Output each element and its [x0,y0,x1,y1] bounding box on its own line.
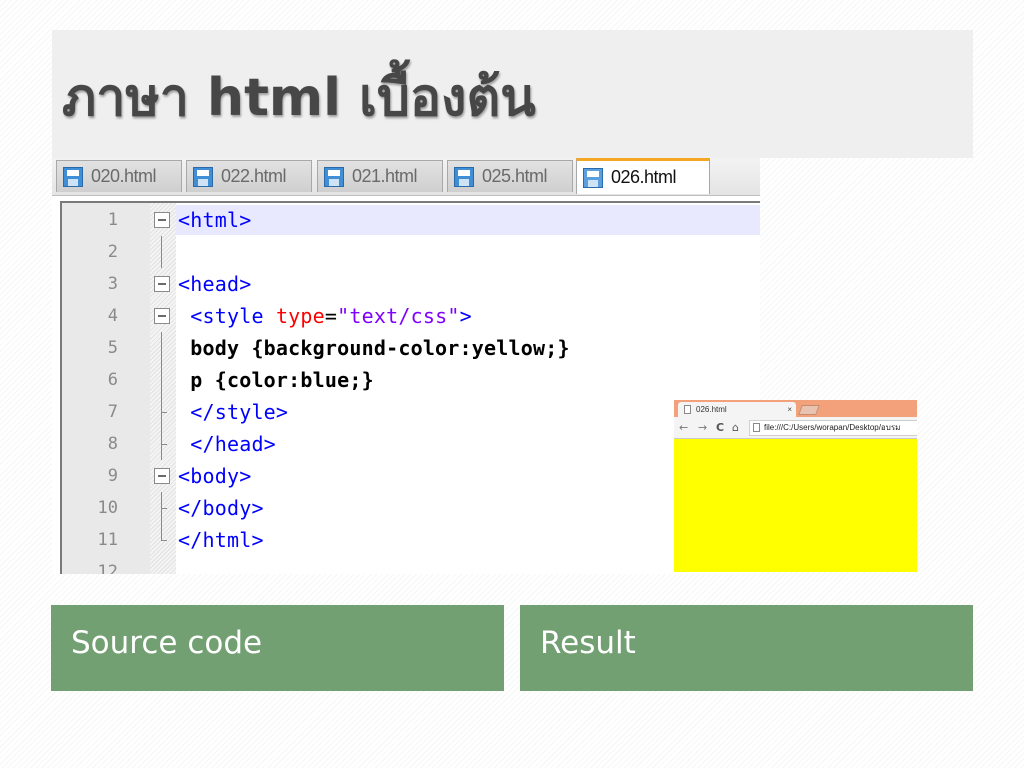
address-text: file:///C:/Users/worapan/Desktop/อบรม [764,423,901,432]
browser-tab-title: 026.html [696,405,727,414]
source-code-caption: Source code [51,605,504,691]
code-text: <body> [178,464,252,488]
line-number: 1 [107,210,118,230]
code-line[interactable]: 4 <style type="text/css"> [62,300,760,332]
code-line[interactable]: 6 p {color:blue;} [62,364,760,396]
editor-tab-022[interactable]: 022.html [186,160,312,192]
browser-tab[interactable]: 026.html × [678,402,796,417]
back-arrow-icon[interactable]: ← [679,421,688,435]
editor-tab-label: 025.html [482,166,548,186]
browser-toolbar: ← → C ⌂ file:///C:/Users/worapan/Desktop… [674,417,917,439]
line-number: 6 [107,370,118,390]
title-bar: ภาษา html เบื้องต้น [52,30,973,158]
fold-toggle-icon[interactable] [154,468,170,484]
editor-tab-label: 022.html [221,166,287,186]
code-text: <head> [178,272,252,296]
line-number: 7 [107,402,118,422]
code-text: </body> [178,496,264,520]
fold-toggle-icon[interactable] [154,276,170,292]
fold-toggle-icon[interactable] [154,308,170,324]
code-text: body {background-color:yellow;} [178,336,570,360]
editor-tab-026[interactable]: 026.html [576,158,710,194]
save-disk-icon [63,166,83,187]
code-line[interactable]: 2 [62,236,760,268]
save-disk-icon [583,167,603,188]
result-caption-text: Result [540,625,636,661]
fold-line-icon [154,492,170,524]
save-disk-icon [324,166,344,187]
address-bar[interactable]: file:///C:/Users/worapan/Desktop/อบรม [749,420,917,436]
code-text: p {color:blue;} [178,368,374,392]
line-number: 10 [97,498,118,518]
code-text: </head> [178,432,276,456]
home-icon[interactable]: ⌂ [732,421,739,435]
code-text: <html> [178,208,252,232]
line-number: 4 [107,306,118,326]
code-line[interactable]: 5 body {background-color:yellow;} [62,332,760,364]
fold-line-icon [154,364,170,396]
line-number: 11 [97,530,118,550]
code-line[interactable]: 8 </head> [62,428,760,460]
line-number: 12 [97,562,118,574]
code-line[interactable]: 9 <body> [62,460,760,492]
fold-line-icon [154,396,170,428]
line-number: 2 [107,242,118,262]
source-code-caption-text: Source code [71,625,263,661]
editor-tab-label: 021.html [352,166,418,186]
browser-tab-bar: 026.html × [674,400,917,417]
editor-tab-021[interactable]: 021.html [317,160,443,192]
result-caption: Result [520,605,973,691]
code-text: <style type="text/css"> [178,304,472,328]
fold-line-icon [154,332,170,364]
new-tab-button[interactable] [798,405,820,415]
code-text: </style> [178,400,289,424]
line-number: 5 [107,338,118,358]
code-line[interactable]: 7 </style> [62,396,760,428]
code-line[interactable]: 12 [62,556,760,574]
source-code-screenshot: 020.html 022.html 021.html 025.html 026.… [52,158,760,574]
page-icon [753,423,760,432]
save-disk-icon [454,166,474,187]
fold-line-icon [154,428,170,460]
fold-toggle-icon[interactable] [154,212,170,228]
code-line[interactable]: 3 <head> [62,268,760,300]
page-icon [684,405,691,414]
code-line[interactable]: 1 <html> [62,204,760,236]
code-text: </html> [178,528,264,552]
reload-icon[interactable]: C [716,421,724,435]
line-number: 3 [107,274,118,294]
editor-tab-label: 026.html [611,167,677,187]
line-number: 9 [107,466,118,486]
save-disk-icon [193,166,213,187]
editor-tab-020[interactable]: 020.html [56,160,182,192]
editor-tab-strip: 020.html 022.html 021.html 025.html 026.… [52,158,760,196]
code-line[interactable]: 10 </body> [62,492,760,524]
code-editor[interactable]: 1 <html> 2 3 <head> 4 <style type="text/… [60,201,760,574]
editor-tab-025[interactable]: 025.html [447,160,573,192]
result-browser-screenshot: 026.html × ← → C ⌂ file:///C:/Users/wora… [674,400,917,572]
forward-arrow-icon[interactable]: → [698,421,707,435]
close-icon[interactable]: × [787,402,792,417]
fold-line-icon [154,236,170,268]
code-line[interactable]: 11 </html> [62,524,760,556]
slide-title: ภาษา html เบื้องต้น [62,68,536,128]
fold-line-icon [154,524,170,548]
editor-tab-label: 020.html [91,166,157,186]
line-number: 8 [107,434,118,454]
